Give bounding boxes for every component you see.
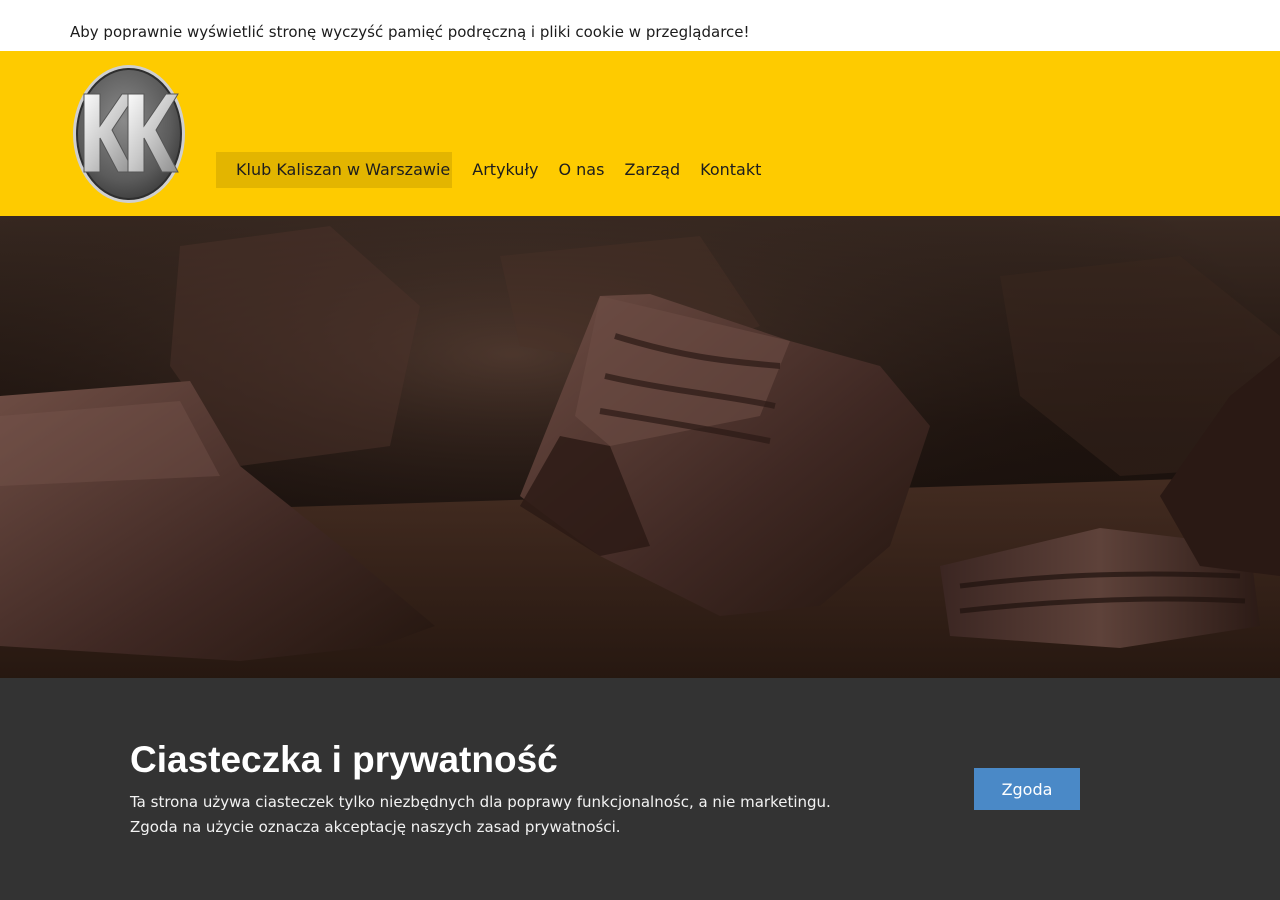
kk-monogram-logo-icon[interactable] bbox=[72, 64, 186, 204]
hero-chocolate-illustration bbox=[0, 216, 1280, 678]
browser-cache-notice: Aby poprawnie wyświetlić stronę wyczyść … bbox=[0, 0, 1280, 51]
hero-image-chocolate bbox=[0, 216, 1280, 678]
nav-item-zarzad[interactable]: Zarząd bbox=[614, 152, 690, 188]
main-nav: Klub Kaliszan w Warszawie Artykuły O nas… bbox=[216, 152, 771, 188]
site-header: Klub Kaliszan w Warszawie Artykuły O nas… bbox=[0, 51, 1280, 216]
cookie-banner-title: Ciasteczka i prywatność bbox=[130, 739, 558, 780]
nav-item-o-nas[interactable]: O nas bbox=[548, 152, 614, 188]
notice-text: Aby poprawnie wyświetlić stronę wyczyść … bbox=[70, 23, 750, 41]
nav-item-kontakt[interactable]: Kontakt bbox=[690, 152, 771, 188]
nav-item-artykuly[interactable]: Artykuły bbox=[462, 152, 548, 188]
nav-item-klub-kaliszan[interactable]: Klub Kaliszan w Warszawie bbox=[216, 152, 453, 188]
agree-button[interactable]: Zgoda bbox=[974, 768, 1080, 810]
cookie-banner-description: Ta strona używa ciasteczek tylko niezbęd… bbox=[130, 790, 890, 840]
cookie-banner-line-1: Ta strona używa ciasteczek tylko niezbęd… bbox=[130, 793, 831, 811]
cookie-consent-banner: Ciasteczka i prywatność Ta strona używa … bbox=[0, 678, 1280, 900]
cookie-banner-line-2: Zgoda na użycie oznacza akceptację naszy… bbox=[130, 818, 621, 836]
